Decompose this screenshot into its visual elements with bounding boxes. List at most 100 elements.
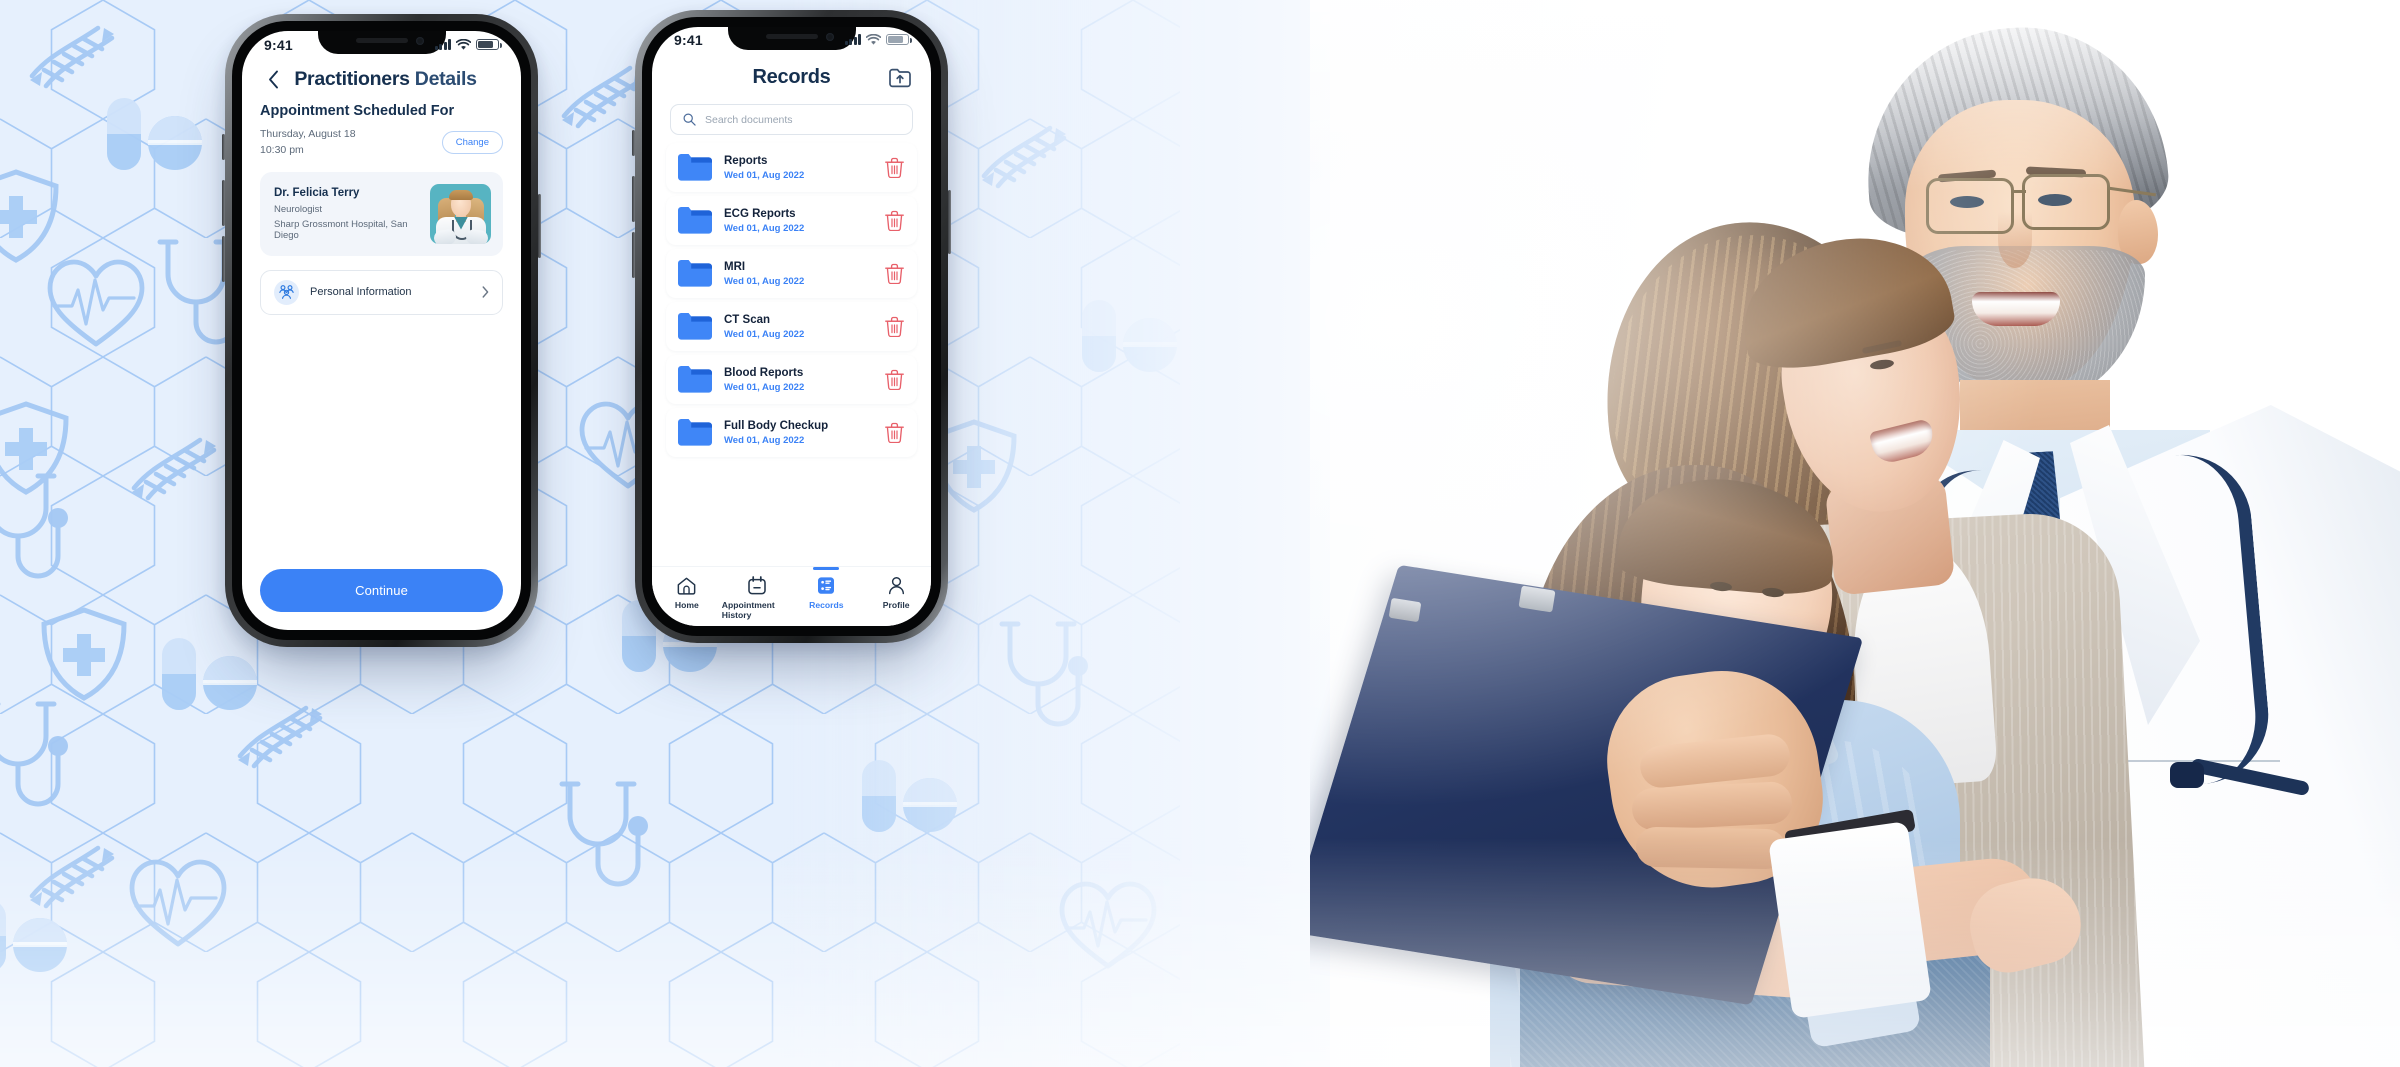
- record-text: CT Scan Wed 01, Aug 2022: [724, 314, 871, 340]
- trash-icon[interactable]: [883, 210, 905, 232]
- appointment-time: 10:30 pm: [260, 144, 304, 157]
- phone2-screen: 9:41 Records Search documents Reports We…: [652, 27, 931, 626]
- trash-icon[interactable]: [883, 422, 905, 444]
- record-row[interactable]: Full Body Checkup Wed 01, Aug 2022: [666, 408, 917, 457]
- doctor-hospital: Sharp Grossmont Hospital, San Diego: [274, 218, 408, 241]
- personal-information-label: Personal Information: [310, 286, 412, 299]
- home-icon: [677, 576, 696, 595]
- chevron-right-icon: [482, 286, 489, 298]
- appointment-datetime: Thursday, August 18 10:30 pm: [260, 126, 356, 159]
- tab-home[interactable]: Home: [652, 576, 722, 610]
- record-row[interactable]: Reports Wed 01, Aug 2022: [666, 143, 917, 192]
- phone1-volume-up-button[interactable]: [222, 180, 225, 226]
- records-list: Reports Wed 01, Aug 2022 ECG Reports Wed…: [652, 143, 931, 457]
- calendar-icon: [747, 576, 766, 595]
- page-title-primary: Practitioners: [294, 68, 410, 90]
- personal-information-row[interactable]: Personal Information: [260, 269, 503, 315]
- trash-icon[interactable]: [883, 263, 905, 285]
- trash-icon[interactable]: [883, 369, 905, 391]
- record-title: ECG Reports: [724, 207, 796, 220]
- tab-label: Profile: [882, 600, 910, 610]
- folder-icon: [678, 154, 712, 181]
- avatar-fringe: [449, 189, 473, 200]
- record-title: Blood Reports: [724, 366, 804, 379]
- phone1-header: Practitioners Details: [242, 58, 521, 95]
- record-date: Wed 01, Aug 2022: [724, 381, 805, 393]
- phone-mockup-practitioner-details: 9:41 Practitioners Details Appointment S…: [222, 14, 541, 647]
- trash-icon[interactable]: [883, 316, 905, 338]
- tab-label: Appointment History: [721, 600, 775, 620]
- section-label-appointment: Appointment Scheduled For: [260, 103, 455, 119]
- record-date: Wed 01, Aug 2022: [724, 434, 805, 446]
- phone2-volume-down-button[interactable]: [632, 232, 635, 278]
- bottom-tab-bar: Home Appointment History Records Profile: [652, 566, 931, 626]
- folder-icon: [678, 366, 712, 393]
- trash-icon[interactable]: [883, 157, 905, 179]
- search-input[interactable]: [705, 113, 900, 126]
- record-row[interactable]: Blood Reports Wed 01, Aug 2022: [666, 355, 917, 404]
- continue-button[interactable]: Continue: [260, 569, 503, 612]
- people-group-icon: [274, 279, 299, 305]
- folder-icon: [678, 419, 712, 446]
- floor-reflection: [0, 837, 2400, 1067]
- record-date: Wed 01, Aug 2022: [724, 275, 805, 287]
- battery-icon: [886, 34, 912, 45]
- eyeglasses-lens-left: [1926, 178, 2014, 234]
- phone2-header: Records: [652, 52, 931, 90]
- doctor-card[interactable]: Dr. Felicia Terry Neurologist Sharp Gros…: [260, 171, 503, 256]
- folder-icon: [678, 207, 712, 234]
- doctor-smile: [1972, 292, 2060, 326]
- tab-profile[interactable]: Profile: [861, 576, 931, 610]
- doctor-avatar: [430, 183, 491, 244]
- wifi-icon: [866, 33, 881, 45]
- records-page-title: Records: [752, 65, 831, 88]
- record-date: Wed 01, Aug 2022: [724, 328, 805, 340]
- search-icon: [683, 113, 696, 126]
- tab-records[interactable]: Records: [792, 567, 862, 610]
- record-title: Full Body Checkup: [724, 419, 829, 432]
- doctor-name: Dr. Felicia Terry: [274, 186, 360, 199]
- tab-label: Home: [674, 600, 699, 610]
- record-text: MRI Wed 01, Aug 2022: [724, 261, 871, 287]
- record-row[interactable]: MRI Wed 01, Aug 2022: [666, 249, 917, 298]
- person-icon: [888, 576, 905, 595]
- wifi-icon: [456, 38, 471, 50]
- phone1-status-bar: 9:41: [242, 31, 521, 58]
- appointment-row: Thursday, August 18 10:30 pm Change: [242, 119, 521, 159]
- eyeglasses-bridge: [2012, 190, 2026, 193]
- record-text: ECG Reports Wed 01, Aug 2022: [724, 208, 871, 234]
- active-tab-indicator: [813, 567, 840, 570]
- record-text: Reports Wed 01, Aug 2022: [724, 155, 871, 181]
- tab-appointment-history[interactable]: Appointment History: [722, 576, 792, 620]
- phone2-mute-button[interactable]: [632, 130, 635, 156]
- record-title: Reports: [724, 154, 768, 167]
- tab-label: Records: [809, 600, 844, 610]
- phone1-power-button[interactable]: [538, 194, 541, 258]
- phone2-volume-up-button[interactable]: [632, 176, 635, 222]
- record-text: Blood Reports Wed 01, Aug 2022: [724, 367, 871, 393]
- folder-upload-icon[interactable]: [887, 64, 913, 90]
- phone1-volume-down-button[interactable]: [222, 236, 225, 282]
- list-icon: [817, 576, 835, 595]
- record-title: MRI: [724, 260, 746, 273]
- cellular-signal-icon: [844, 34, 861, 45]
- change-appointment-button[interactable]: Change: [441, 130, 503, 154]
- doctor-specialty: Neurologist: [274, 203, 323, 215]
- chevron-left-icon[interactable]: [262, 69, 284, 91]
- record-title: CT Scan: [724, 313, 771, 326]
- doctor-finger-2: [1631, 780, 1793, 832]
- search-documents-box[interactable]: [670, 104, 913, 135]
- phone2-power-button[interactable]: [948, 190, 951, 254]
- page-title-secondary: Details: [414, 68, 477, 90]
- record-row[interactable]: ECG Reports Wed 01, Aug 2022: [666, 196, 917, 245]
- phone1-mute-button[interactable]: [222, 134, 225, 160]
- folder-icon: [678, 313, 712, 340]
- record-date: Wed 01, Aug 2022: [724, 169, 805, 181]
- record-row[interactable]: CT Scan Wed 01, Aug 2022: [666, 302, 917, 351]
- folder-icon: [678, 260, 712, 287]
- appointment-date: Thursday, August 18: [260, 128, 356, 140]
- status-bar-time: 9:41: [264, 36, 293, 53]
- phone1-screen: 9:41 Practitioners Details Appointment S…: [242, 31, 521, 630]
- eyeglasses-lens-right: [2022, 174, 2110, 230]
- doctor-card-text: Dr. Felicia Terry Neurologist Sharp Gros…: [274, 187, 430, 241]
